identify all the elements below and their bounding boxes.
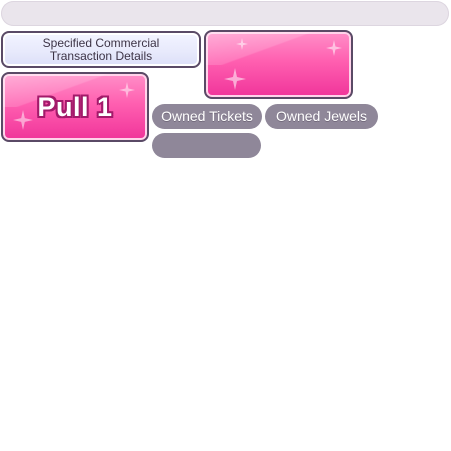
pull-1-button[interactable]: Pull 1 [1, 72, 149, 142]
owned-jewels-badge: Owned Jewels [265, 104, 378, 129]
sparkle-icon [236, 38, 248, 50]
top-bar [1, 1, 449, 26]
gacha-screen: Specified Commercial Transaction Details… [0, 0, 451, 451]
button-shine [206, 32, 351, 65]
empty-badge [152, 133, 261, 158]
owned-tickets-badge: Owned Tickets [152, 104, 262, 129]
sparkle-icon [224, 68, 246, 90]
transaction-details-button[interactable]: Specified Commercial Transaction Details [1, 31, 201, 68]
sparkle-icon [326, 40, 342, 56]
pink-action-button[interactable] [204, 30, 353, 99]
sparkle-icon [119, 82, 135, 98]
pull-1-label: Pull 1 [37, 91, 113, 122]
sparkle-icon [13, 110, 33, 130]
transaction-details-label: Specified Commercial Transaction Details [42, 35, 160, 63]
